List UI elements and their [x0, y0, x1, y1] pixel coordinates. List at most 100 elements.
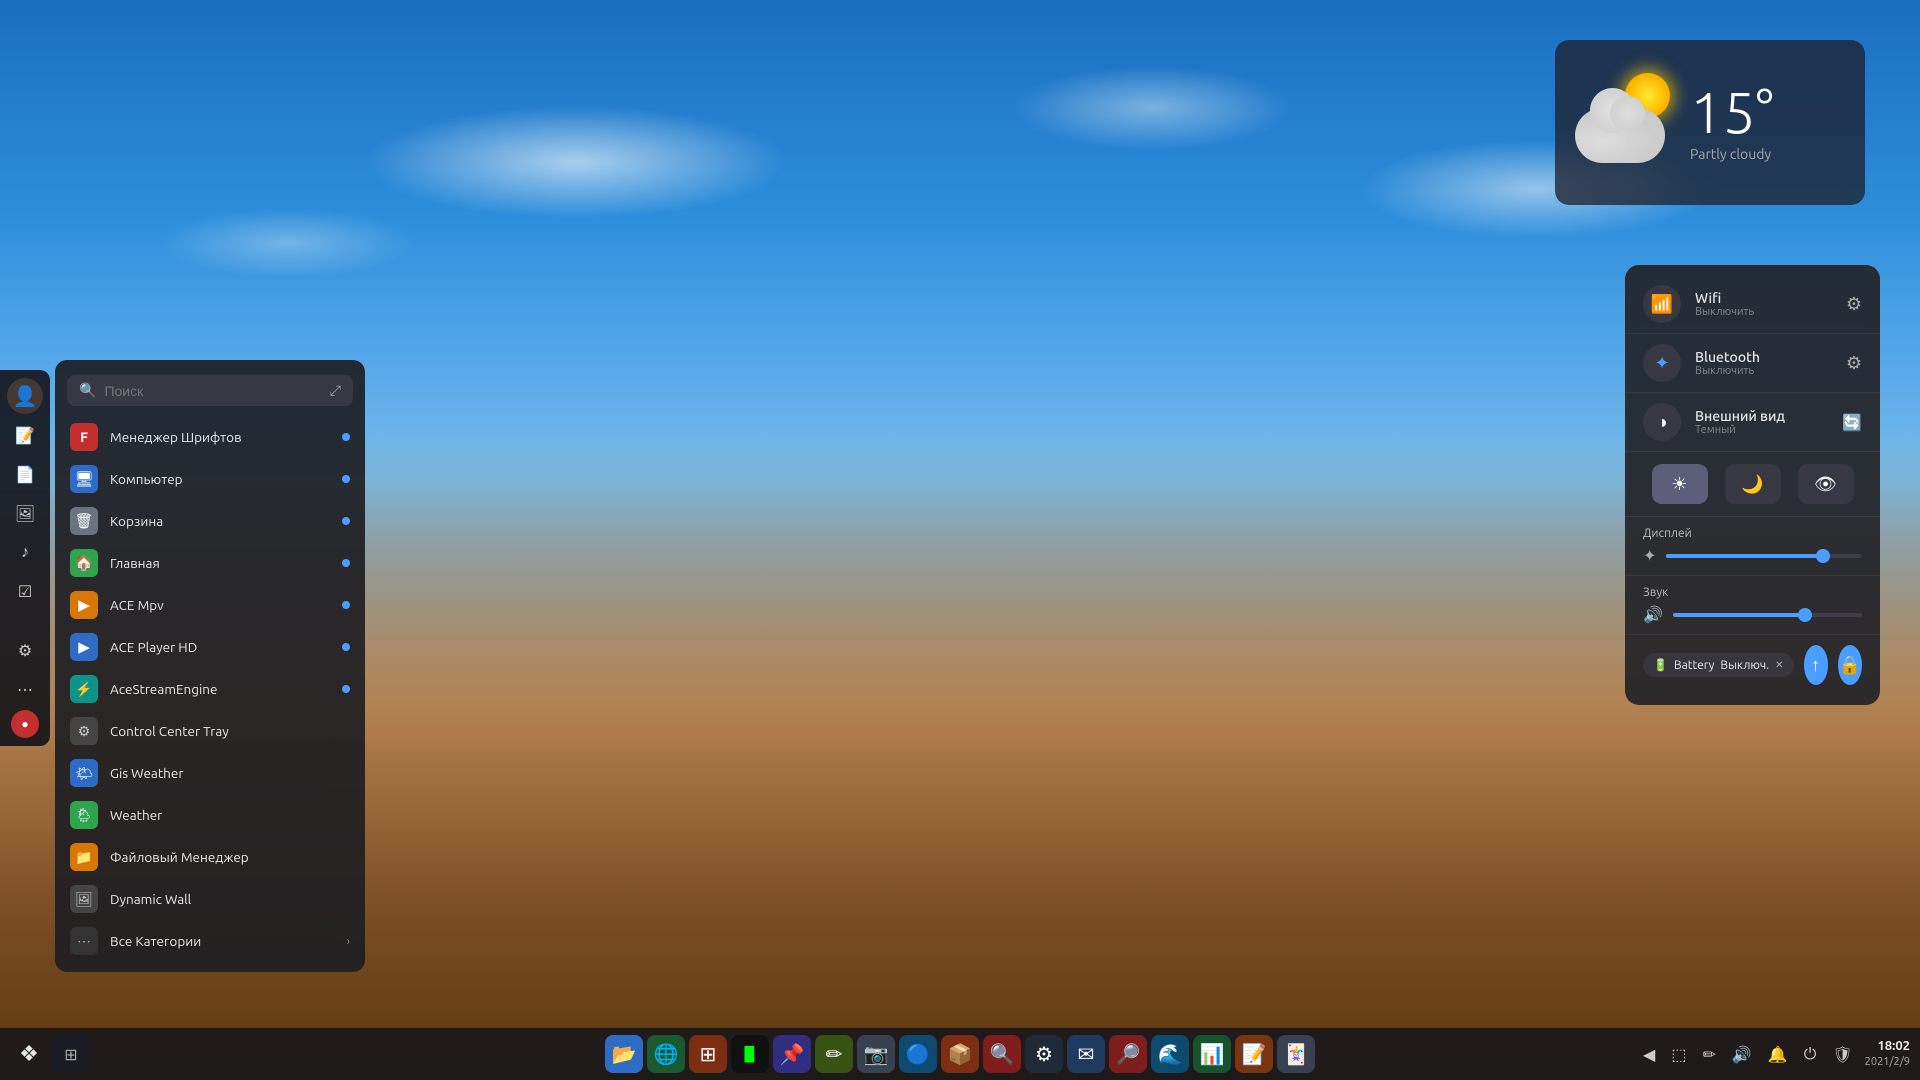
taskbar-app-globe[interactable]: 🔵	[899, 1035, 937, 1073]
theme-light-button[interactable]: ☀	[1652, 464, 1708, 504]
menu-item-icon-ace-player: ▶	[70, 633, 98, 661]
search-input[interactable]	[104, 383, 321, 399]
tray-screen-icon[interactable]: ⬚	[1667, 1041, 1690, 1068]
menu-item-label-control-tray: Control Center Tray	[110, 723, 350, 739]
sidebar-icon-dots[interactable]: ⋯	[7, 671, 43, 707]
taskbar-left: ❖ ⊞	[10, 1035, 90, 1073]
taskbar-app-files[interactable]: 📂	[605, 1035, 643, 1073]
menu-item-dot	[342, 685, 350, 693]
menu-item[interactable]: 📁 Файловый Менеджер	[55, 836, 365, 878]
lock-button[interactable]: 🔒	[1838, 645, 1862, 685]
wifi-subtitle: Выключить	[1695, 306, 1832, 318]
battery-status: Выключ.	[1720, 659, 1769, 672]
tray-arrow-left-icon[interactable]: ◀	[1639, 1041, 1659, 1068]
sidebar-icon-circle[interactable]: ●	[11, 710, 39, 738]
control-panel: 📶 Wifi Выключить ⚙ ✦ Bluetooth Выключить…	[1625, 265, 1880, 705]
menu-item[interactable]: 🌦 Weather	[55, 794, 365, 836]
menu-item-icon-file-manager: 📁	[70, 843, 98, 871]
taskbar-app-browser[interactable]: 🌐	[647, 1035, 685, 1073]
apps-grid-button[interactable]: ⊞	[52, 1035, 90, 1073]
weather-widget[interactable]: 15° Partly cloudy	[1555, 40, 1865, 205]
tray-volume-icon[interactable]: 🔊	[1728, 1041, 1756, 1068]
sidebar-icon-photos[interactable]: 🖼	[7, 495, 43, 531]
upload-icon: ↑	[1811, 655, 1820, 676]
menu-item-dot	[342, 643, 350, 651]
expand-icon[interactable]: ⤢	[330, 382, 341, 399]
wifi-control-row[interactable]: 📶 Wifi Выключить ⚙	[1625, 275, 1880, 334]
battery-badge[interactable]: 🔋 Battery Выключ. ✕	[1643, 653, 1794, 677]
taskbar-app-pin[interactable]: 📌	[773, 1035, 811, 1073]
menu-item-icon-font-manager: F	[70, 423, 98, 451]
start-button[interactable]: ❖	[10, 1035, 48, 1073]
menu-item-icon-home: 🏠	[70, 549, 98, 577]
menu-item-dot	[342, 601, 350, 609]
sidebar-avatar[interactable]: 👤	[7, 378, 43, 414]
theme-auto-button[interactable]: 👁	[1798, 464, 1854, 504]
taskbar-app-store[interactable]: ⊞	[689, 1035, 727, 1073]
appearance-settings-icon[interactable]: 🔄	[1842, 413, 1862, 432]
taskbar-app-settings[interactable]: ⚙	[1025, 1035, 1063, 1073]
tray-power-icon[interactable]: ⏻	[1800, 1041, 1821, 1068]
menu-item-label-file-manager: Файловый Менеджер	[110, 849, 350, 865]
moon-icon: 🌙	[1741, 474, 1763, 495]
battery-label: Battery	[1674, 659, 1714, 672]
sidebar-icon-notes[interactable]: 📝	[7, 417, 43, 453]
menu-item-icon-ace-stream: ⚡	[70, 675, 98, 703]
sidebar-icon-music[interactable]: ♪	[7, 534, 43, 570]
sound-label: Звук	[1643, 586, 1862, 599]
menu-item[interactable]: ⋯ Все Категории ›	[55, 920, 365, 962]
menu-item[interactable]: 🌤 Gis Weather	[55, 752, 365, 794]
menu-item[interactable]: ⚡ AceStreamEngine	[55, 668, 365, 710]
clock-date: 2021/2/9	[1865, 1055, 1910, 1069]
bluetooth-subtitle: Выключить	[1695, 365, 1832, 377]
taskbar-app-camera[interactable]: 📷	[857, 1035, 895, 1073]
battery-close-icon[interactable]: ✕	[1775, 659, 1783, 671]
bluetooth-control-row[interactable]: ✦ Bluetooth Выключить ⚙	[1625, 334, 1880, 393]
menu-item[interactable]: 🖼 Dynamic Wall	[55, 878, 365, 920]
menu-item[interactable]: F Менеджер Шрифтов	[55, 416, 365, 458]
appearance-title: Внешний вид	[1695, 408, 1828, 424]
appearance-control-row[interactable]: ◑ Внешний вид Темный 🔄	[1625, 393, 1880, 452]
sun-icon: ☀	[1671, 474, 1687, 495]
sound-slider-track[interactable]	[1673, 613, 1862, 617]
menu-item-dot	[342, 475, 350, 483]
taskbar-app-terminal[interactable]: ▉	[731, 1035, 769, 1073]
tray-pen-icon[interactable]: ✏	[1698, 1041, 1719, 1068]
taskbar-app-browser2[interactable]: 🌊	[1151, 1035, 1189, 1073]
taskbar-app-chart[interactable]: 📊	[1193, 1035, 1231, 1073]
taskbar-center: 📂 🌐 ⊞ ▉ 📌 ✏ 📷 🔵 📦 🔍 ⚙ ✉ 🔎 🌊 📊 📝 🃏	[605, 1035, 1315, 1073]
sidebar-icon-files[interactable]: 📄	[7, 456, 43, 492]
display-slider-thumb[interactable]	[1816, 549, 1830, 563]
taskbar-app-editor[interactable]: ✏	[815, 1035, 853, 1073]
menu-item[interactable]: ⚙ Control Center Tray	[55, 710, 365, 752]
taskbar-app-search[interactable]: 🔍	[983, 1035, 1021, 1073]
sound-slider-thumb[interactable]	[1798, 608, 1812, 622]
tray-notification-icon[interactable]: 🔔	[1764, 1041, 1792, 1068]
volume-icon: 🔊	[1643, 605, 1663, 624]
search-bar[interactable]: 🔍 ⤢	[67, 375, 353, 406]
brightness-icon: ✦	[1643, 546, 1656, 565]
display-label: Дисплей	[1643, 527, 1862, 540]
clock: 18:02 2021/2/9	[1865, 1038, 1910, 1069]
taskbar-app-mail[interactable]: ✉	[1067, 1035, 1105, 1073]
menu-item[interactable]: ▶ ACE Mpv	[55, 584, 365, 626]
sidebar-icon-tasks[interactable]: ☑	[7, 573, 43, 609]
menu-item[interactable]: 🏠 Главная	[55, 542, 365, 584]
taskbar-app-notes[interactable]: 📝	[1235, 1035, 1273, 1073]
taskbar-app-package[interactable]: 📦	[941, 1035, 979, 1073]
menu-item-icon-weather: 🌦	[70, 801, 98, 829]
taskbar-app-cards[interactable]: 🃏	[1277, 1035, 1315, 1073]
wifi-settings-icon[interactable]: ⚙	[1846, 294, 1862, 315]
theme-dark-button[interactable]: 🌙	[1725, 464, 1781, 504]
cloud-icon	[1575, 108, 1665, 163]
menu-item[interactable]: ▶ ACE Player HD	[55, 626, 365, 668]
tray-shield-icon[interactable]: 🛡	[1828, 1041, 1856, 1068]
menu-item[interactable]: 🖥 Компьютер	[55, 458, 365, 500]
display-slider-track[interactable]	[1666, 554, 1862, 558]
menu-item-label-dynamic-wall: Dynamic Wall	[110, 891, 350, 907]
taskbar-app-search2[interactable]: 🔎	[1109, 1035, 1147, 1073]
sidebar-icon-gear[interactable]: ⚙	[7, 632, 43, 668]
bluetooth-settings-icon[interactable]: ⚙	[1846, 353, 1862, 374]
menu-item[interactable]: 🗑 Корзина	[55, 500, 365, 542]
upload-button[interactable]: ↑	[1804, 645, 1828, 685]
